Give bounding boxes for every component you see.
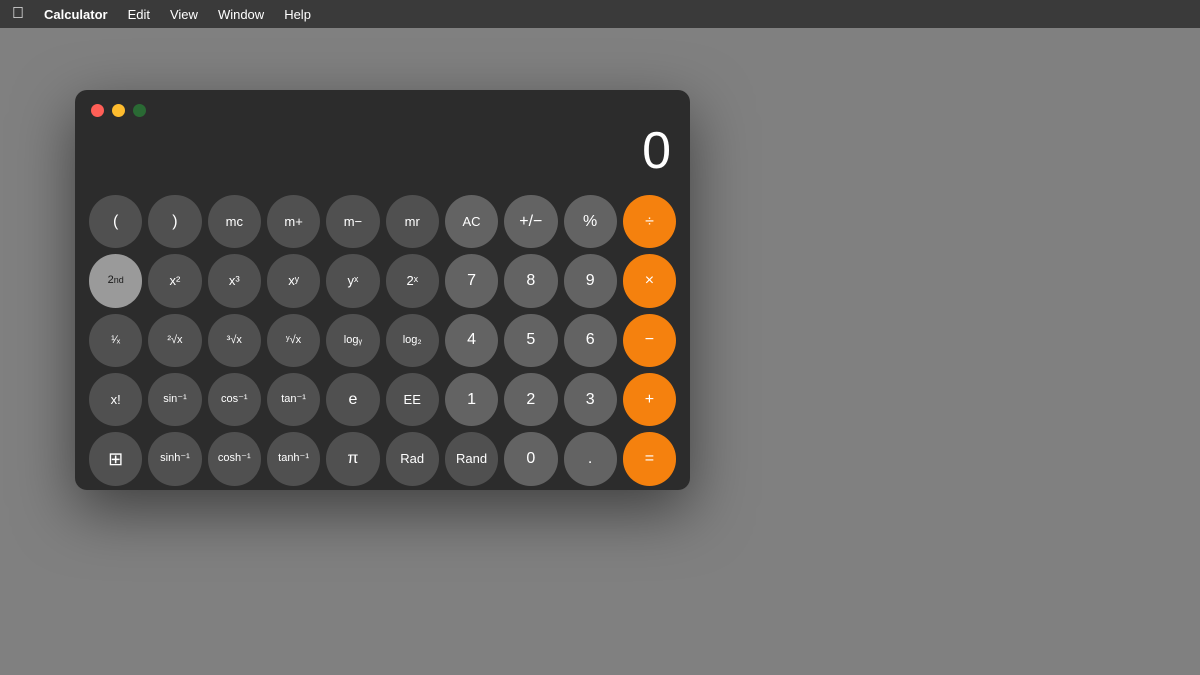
btn-mr[interactable]: mr [386,195,439,248]
menu-calculator[interactable]: Calculator [44,7,108,22]
btn-ac[interactable]: AC [445,195,498,248]
btn-mc[interactable]: mc [208,195,261,248]
btn-0[interactable]: 0 [504,432,557,485]
btn-2[interactable]: 2 [504,373,557,426]
btn-6[interactable]: 6 [564,314,617,367]
btn-arctanh[interactable]: tanh⁻¹ [267,432,320,485]
btn-2x[interactable]: 2ˣ [386,254,439,307]
btn-ee[interactable]: EE [386,373,439,426]
menu-help[interactable]: Help [284,7,311,22]
btn-9[interactable]: 9 [564,254,617,307]
btn-equals[interactable]: = [623,432,676,485]
btn-arctan[interactable]: tan⁻¹ [267,373,320,426]
menu-edit[interactable]: Edit [128,7,150,22]
btn-arccosh[interactable]: cosh⁻¹ [208,432,261,485]
btn-3[interactable]: 3 [564,373,617,426]
btn-convert[interactable]: ⊞ [89,432,142,485]
btn-add[interactable]: + [623,373,676,426]
btn-sqrt3[interactable]: ³√x [208,314,261,367]
btn-m-plus[interactable]: m+ [267,195,320,248]
btn-plus-minus[interactable]: +/− [504,195,557,248]
btn-pi[interactable]: π [326,432,379,485]
apple-menu[interactable]:  [12,5,24,23]
btn-percent[interactable]: % [564,195,617,248]
traffic-lights [75,90,690,125]
btn-2nd[interactable]: 2nd [89,254,142,307]
btn-1[interactable]: 1 [445,373,498,426]
btn-arcsin[interactable]: sin⁻¹ [148,373,201,426]
btn-arcsinh[interactable]: sinh⁻¹ [148,432,201,485]
btn-multiply[interactable]: × [623,254,676,307]
btn-xy[interactable]: xʸ [267,254,320,307]
menubar:  Calculator Edit View Window Help [0,0,1200,28]
btn-close-paren[interactable]: ) [148,195,201,248]
btn-logy[interactable]: logᵧ [326,314,379,367]
btn-yx[interactable]: yˣ [326,254,379,307]
btn-rand[interactable]: Rand [445,432,498,485]
btn-sqrt2[interactable]: ²√x [148,314,201,367]
btn-sqrty[interactable]: ʸ√x [267,314,320,367]
btn-factorial[interactable]: x! [89,373,142,426]
btn-divide[interactable]: ÷ [623,195,676,248]
btn-m-minus[interactable]: m− [326,195,379,248]
btn-log2[interactable]: log₂ [386,314,439,367]
btn-5[interactable]: 5 [504,314,557,367]
btn-rad[interactable]: Rad [386,432,439,485]
minimize-button[interactable] [112,104,125,117]
calculator-window: 0 ( ) mc m+ m− mr AC +/− % ÷ 2nd x² x³ x… [75,90,690,490]
menu-view[interactable]: View [170,7,198,22]
btn-4[interactable]: 4 [445,314,498,367]
close-button[interactable] [91,104,104,117]
btn-e[interactable]: e [326,373,379,426]
btn-open-paren[interactable]: ( [89,195,142,248]
calculator-display: 0 [75,125,690,187]
btn-x3[interactable]: x³ [208,254,261,307]
maximize-button[interactable] [133,104,146,117]
menu-window[interactable]: Window [218,7,264,22]
btn-8[interactable]: 8 [504,254,557,307]
btn-decimal[interactable]: . [564,432,617,485]
button-grid: ( ) mc m+ m− mr AC +/− % ÷ 2nd x² x³ xʸ … [75,187,690,490]
btn-x2[interactable]: x² [148,254,201,307]
btn-arccos[interactable]: cos⁻¹ [208,373,261,426]
btn-reciprocal[interactable]: ¹∕ₓ [89,314,142,367]
btn-subtract[interactable]: − [623,314,676,367]
btn-7[interactable]: 7 [445,254,498,307]
